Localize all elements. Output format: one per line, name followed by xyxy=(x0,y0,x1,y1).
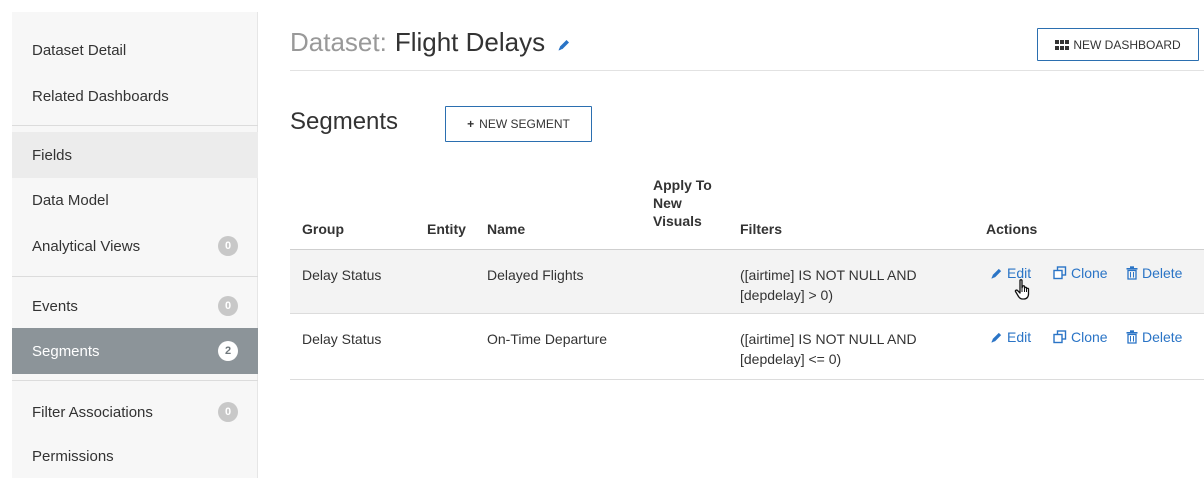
column-header-entity: Entity xyxy=(427,221,466,237)
sidebar-divider xyxy=(12,276,258,277)
count-badge: 0 xyxy=(218,236,238,256)
sidebar-item-label: Permissions xyxy=(32,447,114,465)
edit-label: Edit xyxy=(1007,329,1032,345)
pointer-hand-icon xyxy=(1014,279,1030,300)
sidebar-item-permissions[interactable]: Permissions xyxy=(12,436,258,476)
new-segment-button[interactable]: + NEW SEGMENT xyxy=(445,106,592,142)
sidebar-item-events[interactable]: Events 0 xyxy=(12,284,258,328)
table-row: Delay Status Delayed Flights ([airtime] … xyxy=(290,250,1204,313)
dataset-name: Flight Delays xyxy=(394,27,546,57)
column-header-apply-line: Visuals xyxy=(653,213,702,229)
sidebar-item-label: Dataset Detail xyxy=(32,41,127,59)
sidebar-item-fields[interactable]: Fields xyxy=(12,132,258,178)
count-badge: 0 xyxy=(218,402,238,422)
column-header-apply-line: New xyxy=(653,195,682,211)
segments-heading: Segments xyxy=(290,108,399,135)
cell-name: On-Time Departure xyxy=(487,331,608,347)
cell-name: Delayed Flights xyxy=(487,267,584,283)
trash-icon xyxy=(1126,266,1138,280)
clone-label: Clone xyxy=(1071,265,1108,281)
sidebar: Dataset Detail Related Dashboards Fields… xyxy=(12,12,258,478)
clone-label: Clone xyxy=(1071,329,1108,345)
column-header-name: Name xyxy=(487,221,526,237)
sidebar-item-filter-associations[interactable]: Filter Associations 0 xyxy=(12,390,258,434)
edit-button[interactable]: Edit xyxy=(990,329,1031,345)
delete-label: Delete xyxy=(1142,265,1183,281)
clone-icon xyxy=(1053,330,1067,344)
cell-group: Delay Status xyxy=(302,267,382,283)
filter-line: [depdelay] > 0) xyxy=(740,287,834,303)
filter-line: [depdelay] <= 0) xyxy=(740,351,842,367)
column-header-apply-line: Apply To xyxy=(653,177,712,193)
cell-group: Delay Status xyxy=(302,331,382,347)
count-badge: 0 xyxy=(218,296,238,316)
new-segment-label: NEW SEGMENT xyxy=(479,117,570,131)
delete-button[interactable]: Delete xyxy=(1126,329,1182,345)
sidebar-item-label: Segments xyxy=(32,342,100,360)
trash-icon xyxy=(1126,330,1138,344)
sidebar-item-data-model[interactable]: Data Model xyxy=(12,180,258,220)
pencil-icon xyxy=(991,332,1002,343)
pencil-icon xyxy=(991,268,1002,279)
delete-button[interactable]: Delete xyxy=(1126,265,1182,281)
plus-icon: + xyxy=(467,117,475,131)
delete-label: Delete xyxy=(1142,329,1183,345)
sidebar-item-label: Related Dashboards xyxy=(32,87,169,105)
new-dashboard-button[interactable]: NEW DASHBOARD xyxy=(1037,28,1199,61)
sidebar-item-label: Data Model xyxy=(32,191,109,209)
new-dashboard-label: NEW DASHBOARD xyxy=(1073,37,1181,52)
page-title-prefix: Dataset: xyxy=(290,27,387,57)
column-header-actions: Actions xyxy=(986,221,1038,237)
sidebar-item-label: Filter Associations xyxy=(32,403,153,421)
edit-title-icon[interactable] xyxy=(557,38,571,52)
column-header-group: Group xyxy=(302,221,344,237)
clone-icon xyxy=(1053,266,1067,280)
grid-icon xyxy=(1055,39,1070,50)
sidebar-item-analytical-views[interactable]: Analytical Views 0 xyxy=(12,226,258,266)
sidebar-item-label: Events xyxy=(32,297,78,315)
header-divider xyxy=(290,70,1204,71)
sidebar-item-label: Analytical Views xyxy=(32,237,141,255)
sidebar-item-label: Fields xyxy=(32,146,73,164)
clone-button[interactable]: Clone xyxy=(1053,265,1108,281)
sidebar-item-related-dashboards[interactable]: Related Dashboards xyxy=(12,78,258,114)
column-header-apply-to-new-visuals: Apply To New Visuals xyxy=(653,176,712,230)
sidebar-divider xyxy=(12,380,258,381)
column-header-filters: Filters xyxy=(740,221,783,237)
sidebar-item-segments[interactable]: Segments 2 xyxy=(12,328,258,374)
clone-button[interactable]: Clone xyxy=(1053,329,1108,345)
count-badge: 2 xyxy=(218,341,238,361)
cell-filters: ([airtime] IS NOT NULL AND [depdelay] <=… xyxy=(740,329,917,369)
sidebar-item-dataset-detail[interactable]: Dataset Detail xyxy=(12,32,258,68)
page-title: Dataset: Flight Delays xyxy=(290,27,571,58)
table-row: Delay Status On-Time Departure ([airtime… xyxy=(290,314,1204,377)
cell-filters: ([airtime] IS NOT NULL AND [depdelay] > … xyxy=(740,265,917,305)
sidebar-divider xyxy=(12,125,258,126)
table-row-rule xyxy=(290,379,1204,380)
filter-line: ([airtime] IS NOT NULL AND xyxy=(740,267,917,283)
filter-line: ([airtime] IS NOT NULL AND xyxy=(740,331,917,347)
